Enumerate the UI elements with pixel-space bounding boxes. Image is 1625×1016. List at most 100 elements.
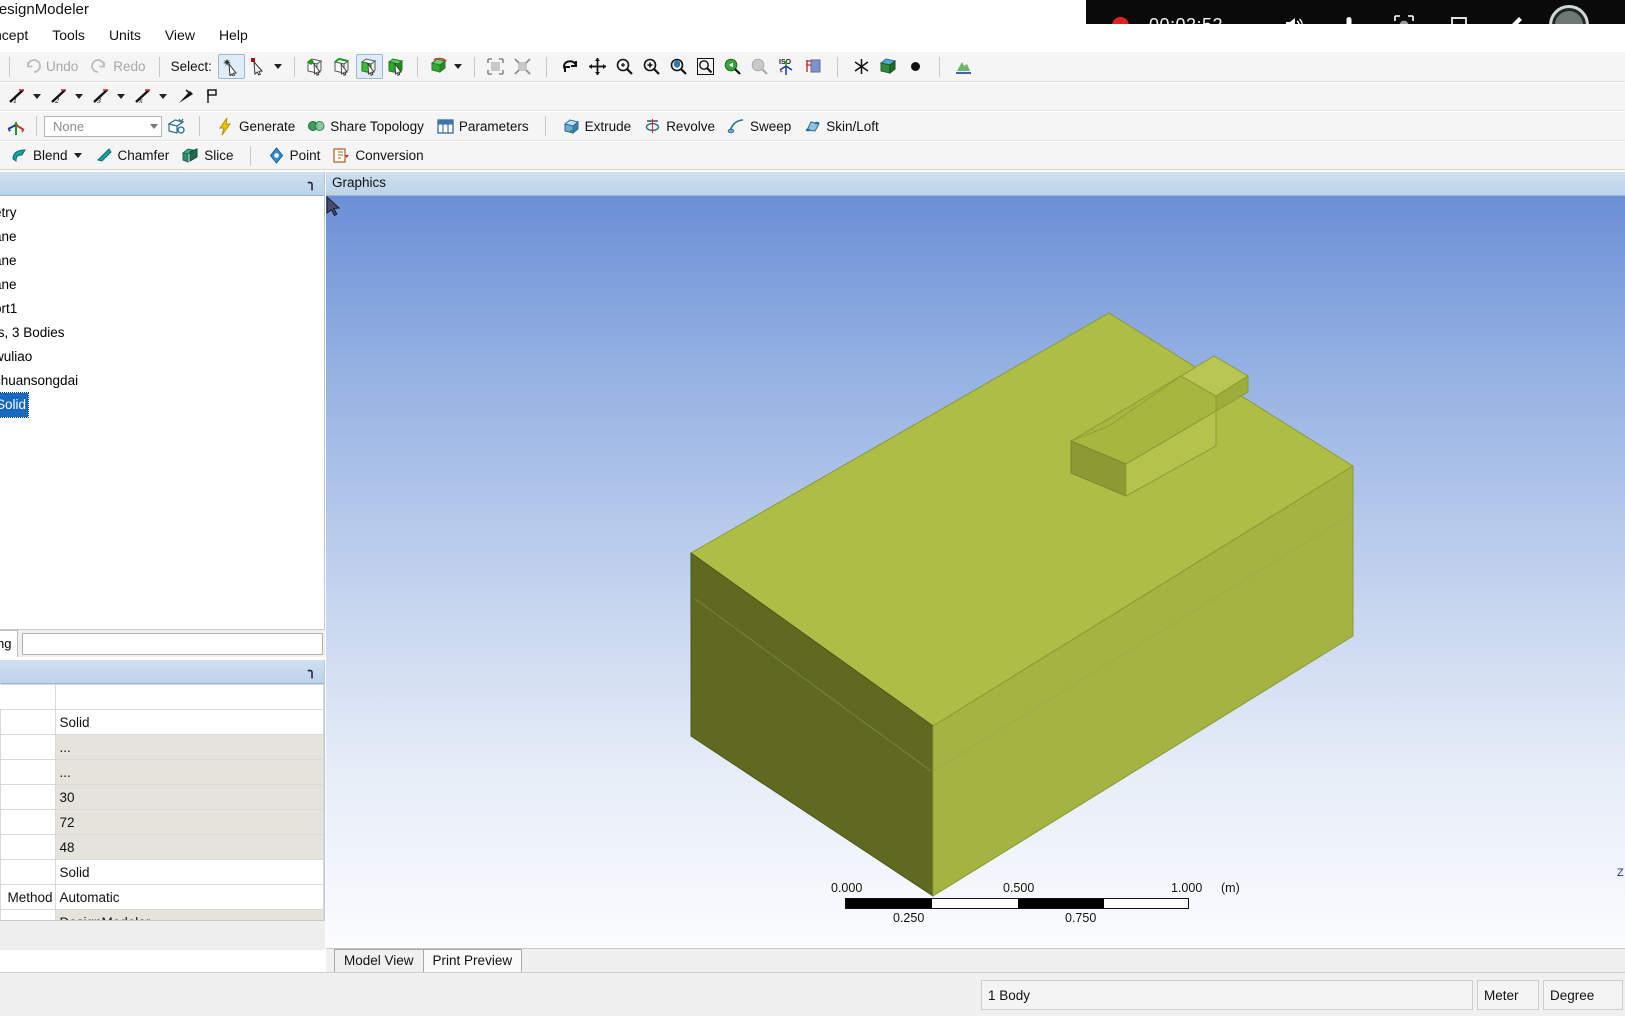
pan-button[interactable] (584, 54, 611, 79)
menu-item-help[interactable]: Help (207, 24, 260, 46)
new-plane-3-button[interactable]: 3 (88, 84, 130, 109)
tree-item-chuansongdai[interactable]: chuansongdai (0, 369, 324, 393)
select-bodies-button[interactable] (383, 54, 410, 79)
revolve-label: Revolve (666, 118, 715, 134)
feature-toolbar: Blend Chamfer Slice Point Conversion (0, 142, 1625, 170)
table-row[interactable]: Method Automatic (0, 884, 324, 910)
zoom-button[interactable] (611, 54, 638, 79)
point-display-button[interactable] (902, 54, 929, 79)
ruler-label-2: 1.000 (1171, 881, 1203, 895)
menu-item-concept[interactable]: ncept (0, 24, 40, 46)
magnify-previous-icon (723, 57, 742, 76)
tree-item-wuliao[interactable]: wuliao (0, 345, 324, 369)
active-plane-value: None (53, 118, 85, 134)
conversion-button[interactable]: Conversion (326, 143, 429, 168)
table-row[interactable]: Solid (0, 859, 324, 885)
tree-item-import-1[interactable]: ort1 (0, 297, 324, 321)
iso-view-button[interactable]: ISO (773, 54, 800, 79)
extrude-icon (562, 117, 581, 136)
property-value[interactable]: ... (54, 734, 324, 760)
property-value[interactable]: Solid (54, 709, 324, 735)
rotate-button[interactable] (557, 54, 584, 79)
blend-button[interactable]: Blend (4, 143, 89, 168)
revolve-button[interactable]: Revolve (637, 114, 721, 139)
share-topology-button[interactable]: Share Topology (301, 114, 430, 139)
select-mode-dropdown-icon (249, 57, 268, 76)
box-select-alt-button[interactable] (509, 54, 536, 79)
table-row[interactable]: 72 (0, 809, 324, 835)
box-zoom-button[interactable] (665, 54, 692, 79)
flag-button[interactable] (199, 84, 226, 109)
property-value[interactable]: 48 (54, 834, 324, 860)
parameters-button[interactable]: Parameters (430, 114, 535, 139)
tree-item-plane-3[interactable]: ane (0, 273, 324, 297)
select-faces-button[interactable] (355, 54, 383, 79)
table-row[interactable]: 30 (0, 784, 324, 810)
blend-icon (10, 146, 29, 165)
tree-item-plane-2[interactable]: ane (0, 249, 324, 273)
tree-footer-field[interactable] (22, 632, 323, 655)
zoom-to-fit-button[interactable] (692, 54, 719, 79)
sweep-button[interactable]: Sweep (721, 114, 797, 139)
tree-item-parts-bodies[interactable]: ts, 3 Bodies (0, 321, 324, 345)
axis-triad-button[interactable] (2, 114, 29, 139)
menu-item-units[interactable]: Units (97, 24, 153, 46)
property-value[interactable]: 72 (54, 809, 324, 835)
property-value[interactable]: 30 (54, 784, 324, 810)
slice-button[interactable]: Slice (175, 143, 239, 168)
redo-button[interactable]: Redo (84, 54, 151, 79)
standard-toolbar: Undo Redo Select: ISO (0, 52, 1625, 82)
zoom-in-button[interactable] (638, 54, 665, 79)
new-plane-1-button[interactable]: 1 (4, 84, 46, 109)
single-select-button[interactable] (217, 54, 245, 79)
tab-model-view[interactable]: Model View (334, 949, 424, 972)
tab-print-preview[interactable]: Print Preview (422, 949, 523, 972)
pin-icon[interactable]: ╮ (308, 175, 316, 191)
new-plane-2-button[interactable]: 2 (46, 84, 88, 109)
tree-item-solid[interactable]: Solid (0, 392, 324, 418)
extrude-button[interactable]: Extrude (556, 114, 638, 139)
sketching-tab[interactable]: ng (0, 630, 19, 657)
property-value[interactable]: Solid (54, 859, 324, 885)
select-mode-dropdown[interactable] (245, 54, 287, 79)
tree-item-plane-1[interactable]: ane (0, 225, 324, 249)
magnify-previous-button[interactable] (719, 54, 746, 79)
select-vertices-button[interactable] (302, 54, 329, 79)
pin-icon[interactable]: ╮ (308, 663, 316, 679)
select-edges-button[interactable] (329, 54, 356, 79)
look-at-button[interactable] (800, 54, 827, 79)
active-plane-combo[interactable]: None (44, 115, 162, 137)
table-row[interactable]: ... (0, 759, 324, 785)
magnify-next-button[interactable] (746, 54, 773, 79)
new-plane-1-icon: 1 (8, 87, 27, 106)
table-row[interactable]: 48 (0, 834, 324, 860)
undo-button[interactable]: Undo (17, 54, 84, 79)
new-sketch-button[interactable] (172, 84, 199, 109)
menu-item-view[interactable]: View (153, 24, 207, 46)
new-sketch-button-2[interactable] (162, 114, 189, 139)
property-value[interactable]: Automatic (54, 884, 324, 910)
menu-item-tools[interactable]: Tools (40, 24, 97, 46)
cross-section-button[interactable] (950, 54, 977, 79)
chamfer-button[interactable]: Chamfer (89, 143, 176, 168)
property-value[interactable]: ... (54, 759, 324, 785)
mouse-pointer-icon (326, 196, 341, 217)
box-select-button[interactable] (482, 54, 509, 79)
generate-button[interactable]: Generate (210, 114, 301, 139)
chevron-down-icon[interactable] (73, 153, 82, 158)
skin-loft-button[interactable]: Skin/Loft (797, 114, 885, 139)
table-row[interactable]: Solid (0, 709, 324, 735)
extend-selection-button[interactable] (425, 54, 467, 79)
property-value (55, 684, 324, 710)
display-plane-button[interactable] (848, 54, 875, 79)
tree-item-geometry[interactable]: etry (0, 201, 324, 225)
display-model-button[interactable] (875, 54, 902, 79)
point-button[interactable]: Point (261, 143, 327, 168)
table-row[interactable]: ... (0, 734, 324, 760)
undo-label: Undo (46, 59, 79, 74)
graphics-viewport[interactable]: 0.000 0.500 1.000 (m) 0.250 0.750 Z (326, 196, 1625, 950)
skin-loft-icon (803, 117, 822, 136)
revolve-icon (643, 117, 662, 136)
new-plane-x-button[interactable]: x (130, 84, 172, 109)
model-3d-body[interactable] (326, 196, 1625, 950)
